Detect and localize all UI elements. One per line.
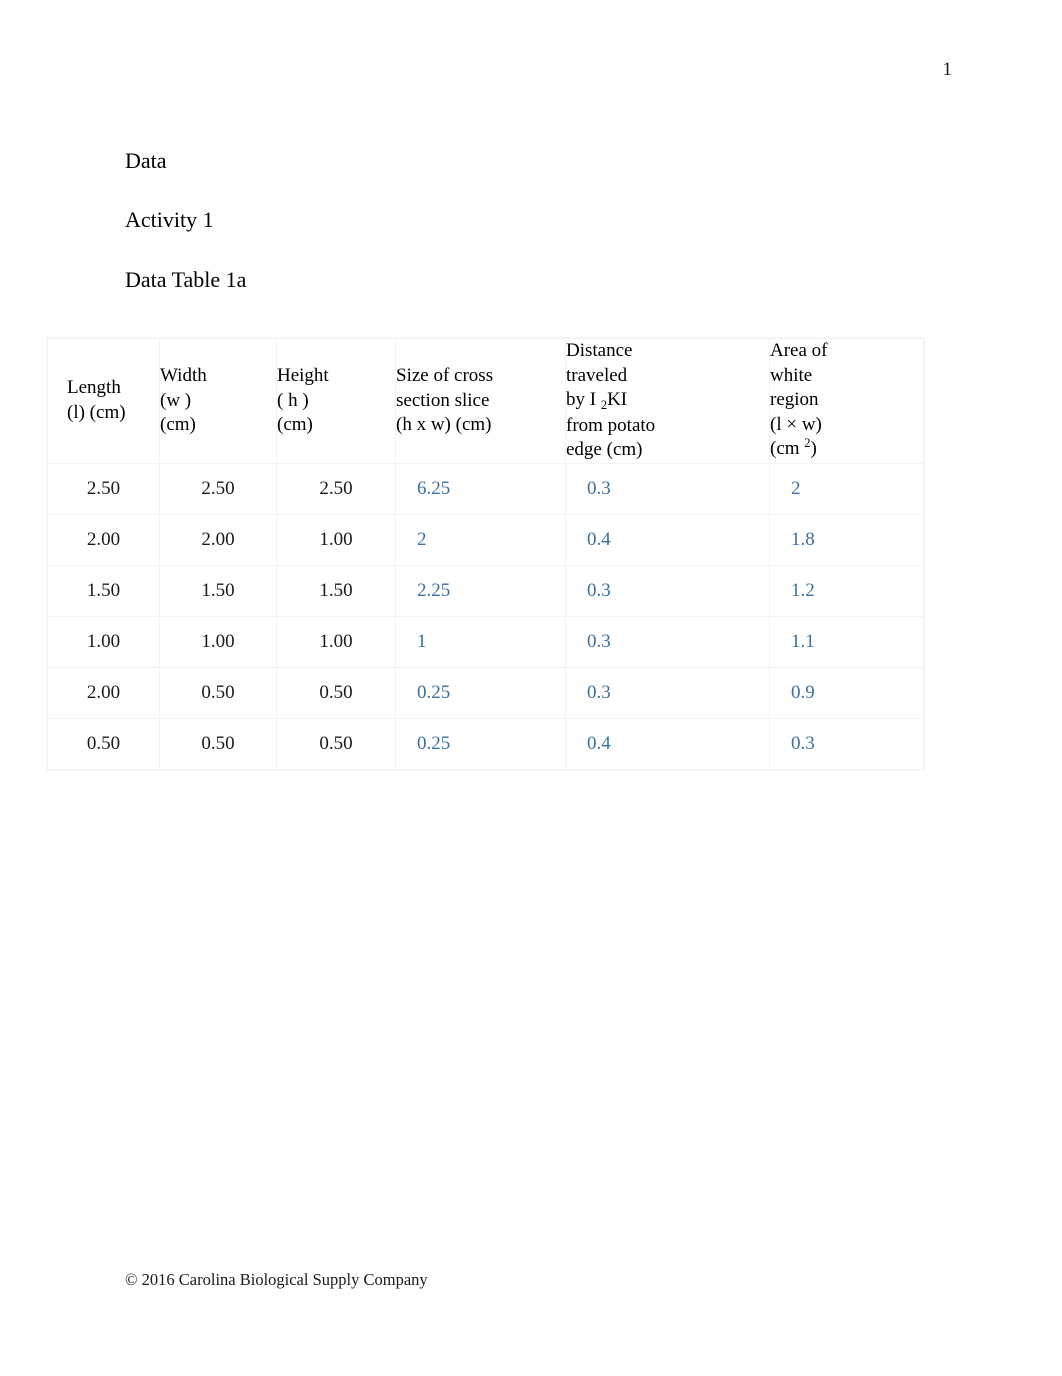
header-line: (h x w) (cm) <box>396 414 492 435</box>
header-line: traveled <box>566 364 628 386</box>
cell-distance: 0.4 <box>565 513 770 566</box>
cell-height: 1.00 <box>276 615 396 668</box>
formula-subscript: 2 <box>600 398 608 412</box>
column-header-length: Length (l) (cm) <box>47 338 160 464</box>
table-row: 2.00 0.50 0.50 0.25 0.3 0.9 <box>47 666 924 719</box>
cell-width: 2.00 <box>159 513 277 566</box>
cell-area: 0.9 <box>769 666 924 719</box>
document-page: 1 Data Activity 1 Data Table 1a Length (… <box>0 0 1062 1376</box>
cell-height: 0.50 <box>276 717 396 770</box>
cell-distance: 0.3 <box>565 615 770 668</box>
table-row: 2.00 2.00 1.00 2 0.4 1.8 <box>47 513 924 566</box>
table-header: Length (l) (cm) Width (w ) (cm) Height (… <box>47 338 924 464</box>
column-header-area-white-region: Area of white region (l × w) (cm 2) <box>769 338 924 464</box>
cell-height: 0.50 <box>276 666 396 719</box>
cell-width: 2.50 <box>159 462 277 515</box>
cell-area: 1.8 <box>769 513 924 566</box>
page-number: 1 <box>942 59 953 80</box>
cell-length: 1.00 <box>47 615 160 668</box>
data-table-label: Data Table 1a <box>125 266 247 292</box>
formula-prefix: by I <box>566 389 601 410</box>
column-header-width: Width (w ) (cm) <box>159 338 277 464</box>
table-header-row: Length (l) (cm) Width (w ) (cm) Height (… <box>47 338 924 464</box>
cell-cross-section: 1 <box>395 615 566 668</box>
header-line: (l × w) <box>770 413 822 435</box>
header-line: region <box>770 389 819 410</box>
cell-height: 2.50 <box>276 462 396 515</box>
cell-distance: 0.3 <box>565 564 770 617</box>
table-row: 1.50 1.50 1.50 2.25 0.3 1.2 <box>47 564 924 617</box>
header-line: section slice <box>396 389 490 411</box>
section-heading-data: Data <box>125 148 167 173</box>
cell-length: 1.50 <box>47 564 160 617</box>
cell-width: 1.50 <box>159 564 277 617</box>
column-header-height: Height ( h ) (cm) <box>276 338 396 464</box>
header-line: edge (cm) <box>566 439 643 460</box>
cell-cross-section: 6.25 <box>395 462 566 515</box>
header-line: Length <box>67 377 121 399</box>
formula-suffix: KI <box>607 389 628 410</box>
document-headings: Data Activity 1 Data Table 1a <box>125 148 825 292</box>
copyright-footer: © 2016 Carolina Biological Supply Compan… <box>125 1270 428 1289</box>
column-header-distance-traveled: Distance traveled by I 2KI from potato e… <box>565 338 770 464</box>
table-row: 1.00 1.00 1.00 1 0.3 1.1 <box>47 615 924 668</box>
cell-width: 0.50 <box>159 666 277 719</box>
header-line-units: (cm 2) <box>770 436 923 463</box>
cell-area: 0.3 <box>769 717 924 770</box>
table-row: 2.50 2.50 2.50 6.25 0.3 2 <box>47 462 924 515</box>
cell-height: 1.00 <box>276 513 396 566</box>
table-body: 2.50 2.50 2.50 6.25 0.3 2 2.00 2.00 1.00… <box>47 462 924 770</box>
cell-distance: 0.3 <box>565 462 770 515</box>
header-line: Size of cross <box>396 365 494 386</box>
units-superscript: 2 <box>804 436 811 450</box>
cell-area: 1.2 <box>769 564 924 617</box>
cell-height: 1.50 <box>276 564 396 617</box>
data-table-1a-container: Length (l) (cm) Width (w ) (cm) Height (… <box>47 338 924 770</box>
cell-cross-section: 2.25 <box>395 564 566 617</box>
cell-width: 0.50 <box>159 717 277 770</box>
cell-distance: 0.4 <box>565 717 770 770</box>
header-line: (l) (cm) <box>67 401 126 423</box>
header-line: (cm) <box>160 414 196 435</box>
table-row: 0.50 0.50 0.50 0.25 0.4 0.3 <box>47 717 924 770</box>
cell-length: 2.50 <box>47 462 160 515</box>
data-table-1a: Length (l) (cm) Width (w ) (cm) Height (… <box>47 338 924 770</box>
cell-width: 1.00 <box>159 615 277 668</box>
cell-length: 2.00 <box>47 513 160 566</box>
header-line: Width <box>160 365 207 386</box>
cell-distance: 0.3 <box>565 666 770 719</box>
cell-length: 0.50 <box>47 717 160 770</box>
header-line: Height <box>277 365 329 386</box>
header-line: Area of <box>770 340 828 361</box>
column-header-cross-section-size: Size of cross section slice (h x w) (cm) <box>395 338 566 464</box>
units-prefix: (cm <box>770 438 805 459</box>
cell-cross-section: 0.25 <box>395 666 566 719</box>
header-line: ( h ) <box>277 389 309 411</box>
header-line: (cm) <box>277 414 313 435</box>
cell-cross-section: 2 <box>395 513 566 566</box>
header-line: white <box>770 364 813 386</box>
cell-cross-section: 0.25 <box>395 717 566 770</box>
activity-heading: Activity 1 <box>125 207 214 233</box>
header-line-formula: by I 2KI <box>566 388 769 414</box>
header-line: (w ) <box>160 389 192 411</box>
header-line: Distance <box>566 340 633 361</box>
header-line: from potato <box>566 414 656 436</box>
cell-length: 2.00 <box>47 666 160 719</box>
cell-area: 1.1 <box>769 615 924 668</box>
cell-area: 2 <box>769 462 924 515</box>
units-suffix: ) <box>810 438 817 459</box>
